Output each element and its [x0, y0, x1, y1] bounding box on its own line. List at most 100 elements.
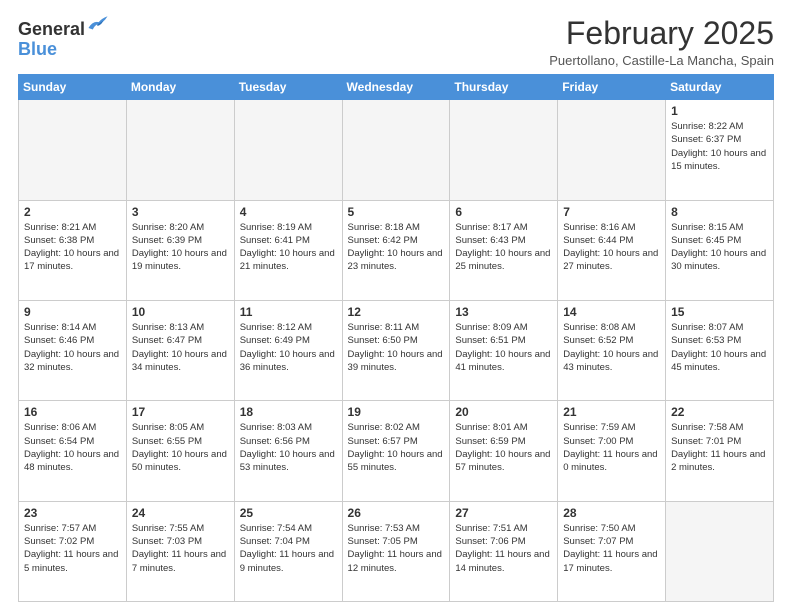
day-info: Sunrise: 7:54 AMSunset: 7:04 PMDaylight:… [240, 522, 337, 575]
day-number: 12 [348, 305, 445, 319]
day-cell: 21 Sunrise: 7:59 AMSunset: 7:00 PMDaylig… [558, 401, 666, 501]
day-number: 8 [671, 205, 768, 219]
day-number: 9 [24, 305, 121, 319]
day-info: Sunrise: 8:07 AMSunset: 6:53 PMDaylight:… [671, 321, 768, 374]
day-info: Sunrise: 7:53 AMSunset: 7:05 PMDaylight:… [348, 522, 445, 575]
location: Puertollano, Castille-La Mancha, Spain [549, 53, 774, 68]
day-info: Sunrise: 8:02 AMSunset: 6:57 PMDaylight:… [348, 421, 445, 474]
day-cell [666, 501, 774, 601]
weekday-thursday: Thursday [450, 75, 558, 100]
day-info: Sunrise: 8:01 AMSunset: 6:59 PMDaylight:… [455, 421, 552, 474]
day-cell: 5 Sunrise: 8:18 AMSunset: 6:42 PMDayligh… [342, 200, 450, 300]
logo-blue: Blue [18, 39, 57, 59]
day-cell: 24 Sunrise: 7:55 AMSunset: 7:03 PMDaylig… [126, 501, 234, 601]
page: General Blue February 2025 Puertollano, … [0, 0, 792, 612]
day-cell: 28 Sunrise: 7:50 AMSunset: 7:07 PMDaylig… [558, 501, 666, 601]
weekday-monday: Monday [126, 75, 234, 100]
day-info: Sunrise: 8:09 AMSunset: 6:51 PMDaylight:… [455, 321, 552, 374]
header: General Blue February 2025 Puertollano, … [18, 16, 774, 68]
day-cell: 27 Sunrise: 7:51 AMSunset: 7:06 PMDaylig… [450, 501, 558, 601]
day-cell: 10 Sunrise: 8:13 AMSunset: 6:47 PMDaylig… [126, 300, 234, 400]
logo-blue-text: Blue [18, 40, 109, 60]
day-cell [234, 100, 342, 200]
week-row-2: 9 Sunrise: 8:14 AMSunset: 6:46 PMDayligh… [19, 300, 774, 400]
day-number: 24 [132, 506, 229, 520]
day-number: 20 [455, 405, 552, 419]
day-cell [126, 100, 234, 200]
week-row-1: 2 Sunrise: 8:21 AMSunset: 6:38 PMDayligh… [19, 200, 774, 300]
day-cell: 8 Sunrise: 8:15 AMSunset: 6:45 PMDayligh… [666, 200, 774, 300]
calendar-body: 1 Sunrise: 8:22 AMSunset: 6:37 PMDayligh… [19, 100, 774, 602]
weekday-sunday: Sunday [19, 75, 127, 100]
day-cell: 19 Sunrise: 8:02 AMSunset: 6:57 PMDaylig… [342, 401, 450, 501]
day-info: Sunrise: 8:11 AMSunset: 6:50 PMDaylight:… [348, 321, 445, 374]
day-number: 11 [240, 305, 337, 319]
calendar-header: SundayMondayTuesdayWednesdayThursdayFrid… [19, 75, 774, 100]
day-number: 3 [132, 205, 229, 219]
day-number: 26 [348, 506, 445, 520]
logo-general: General [18, 19, 85, 39]
day-number: 28 [563, 506, 660, 520]
day-cell: 1 Sunrise: 8:22 AMSunset: 6:37 PMDayligh… [666, 100, 774, 200]
day-number: 27 [455, 506, 552, 520]
weekday-row: SundayMondayTuesdayWednesdayThursdayFrid… [19, 75, 774, 100]
day-info: Sunrise: 7:59 AMSunset: 7:00 PMDaylight:… [563, 421, 660, 474]
day-number: 1 [671, 104, 768, 118]
day-cell: 7 Sunrise: 8:16 AMSunset: 6:44 PMDayligh… [558, 200, 666, 300]
day-info: Sunrise: 7:58 AMSunset: 7:01 PMDaylight:… [671, 421, 768, 474]
day-info: Sunrise: 8:19 AMSunset: 6:41 PMDaylight:… [240, 221, 337, 274]
day-cell [342, 100, 450, 200]
day-cell [450, 100, 558, 200]
weekday-wednesday: Wednesday [342, 75, 450, 100]
day-cell: 15 Sunrise: 8:07 AMSunset: 6:53 PMDaylig… [666, 300, 774, 400]
day-number: 13 [455, 305, 552, 319]
day-number: 17 [132, 405, 229, 419]
weekday-tuesday: Tuesday [234, 75, 342, 100]
logo-bird-icon [87, 13, 109, 35]
day-info: Sunrise: 7:55 AMSunset: 7:03 PMDaylight:… [132, 522, 229, 575]
day-number: 16 [24, 405, 121, 419]
day-cell: 16 Sunrise: 8:06 AMSunset: 6:54 PMDaylig… [19, 401, 127, 501]
weekday-saturday: Saturday [666, 75, 774, 100]
day-cell: 20 Sunrise: 8:01 AMSunset: 6:59 PMDaylig… [450, 401, 558, 501]
day-info: Sunrise: 8:08 AMSunset: 6:52 PMDaylight:… [563, 321, 660, 374]
day-info: Sunrise: 8:05 AMSunset: 6:55 PMDaylight:… [132, 421, 229, 474]
day-cell: 13 Sunrise: 8:09 AMSunset: 6:51 PMDaylig… [450, 300, 558, 400]
day-info: Sunrise: 8:06 AMSunset: 6:54 PMDaylight:… [24, 421, 121, 474]
day-info: Sunrise: 8:22 AMSunset: 6:37 PMDaylight:… [671, 120, 768, 173]
day-cell [558, 100, 666, 200]
day-cell: 14 Sunrise: 8:08 AMSunset: 6:52 PMDaylig… [558, 300, 666, 400]
day-number: 5 [348, 205, 445, 219]
week-row-0: 1 Sunrise: 8:22 AMSunset: 6:37 PMDayligh… [19, 100, 774, 200]
day-cell: 6 Sunrise: 8:17 AMSunset: 6:43 PMDayligh… [450, 200, 558, 300]
day-number: 4 [240, 205, 337, 219]
day-cell: 11 Sunrise: 8:12 AMSunset: 6:49 PMDaylig… [234, 300, 342, 400]
day-cell: 22 Sunrise: 7:58 AMSunset: 7:01 PMDaylig… [666, 401, 774, 501]
day-info: Sunrise: 8:14 AMSunset: 6:46 PMDaylight:… [24, 321, 121, 374]
day-number: 18 [240, 405, 337, 419]
day-info: Sunrise: 8:20 AMSunset: 6:39 PMDaylight:… [132, 221, 229, 274]
day-cell: 23 Sunrise: 7:57 AMSunset: 7:02 PMDaylig… [19, 501, 127, 601]
calendar: SundayMondayTuesdayWednesdayThursdayFrid… [18, 74, 774, 602]
day-info: Sunrise: 7:50 AMSunset: 7:07 PMDaylight:… [563, 522, 660, 575]
day-info: Sunrise: 8:03 AMSunset: 6:56 PMDaylight:… [240, 421, 337, 474]
day-number: 25 [240, 506, 337, 520]
day-info: Sunrise: 8:15 AMSunset: 6:45 PMDaylight:… [671, 221, 768, 274]
day-cell: 4 Sunrise: 8:19 AMSunset: 6:41 PMDayligh… [234, 200, 342, 300]
day-number: 22 [671, 405, 768, 419]
day-number: 19 [348, 405, 445, 419]
day-number: 23 [24, 506, 121, 520]
day-number: 6 [455, 205, 552, 219]
title-block: February 2025 Puertollano, Castille-La M… [549, 16, 774, 68]
day-cell: 26 Sunrise: 7:53 AMSunset: 7:05 PMDaylig… [342, 501, 450, 601]
day-number: 2 [24, 205, 121, 219]
day-cell: 18 Sunrise: 8:03 AMSunset: 6:56 PMDaylig… [234, 401, 342, 501]
weekday-friday: Friday [558, 75, 666, 100]
logo: General Blue [18, 20, 109, 60]
day-cell: 25 Sunrise: 7:54 AMSunset: 7:04 PMDaylig… [234, 501, 342, 601]
week-row-4: 23 Sunrise: 7:57 AMSunset: 7:02 PMDaylig… [19, 501, 774, 601]
day-info: Sunrise: 8:17 AMSunset: 6:43 PMDaylight:… [455, 221, 552, 274]
day-cell: 12 Sunrise: 8:11 AMSunset: 6:50 PMDaylig… [342, 300, 450, 400]
day-info: Sunrise: 8:12 AMSunset: 6:49 PMDaylight:… [240, 321, 337, 374]
day-number: 10 [132, 305, 229, 319]
